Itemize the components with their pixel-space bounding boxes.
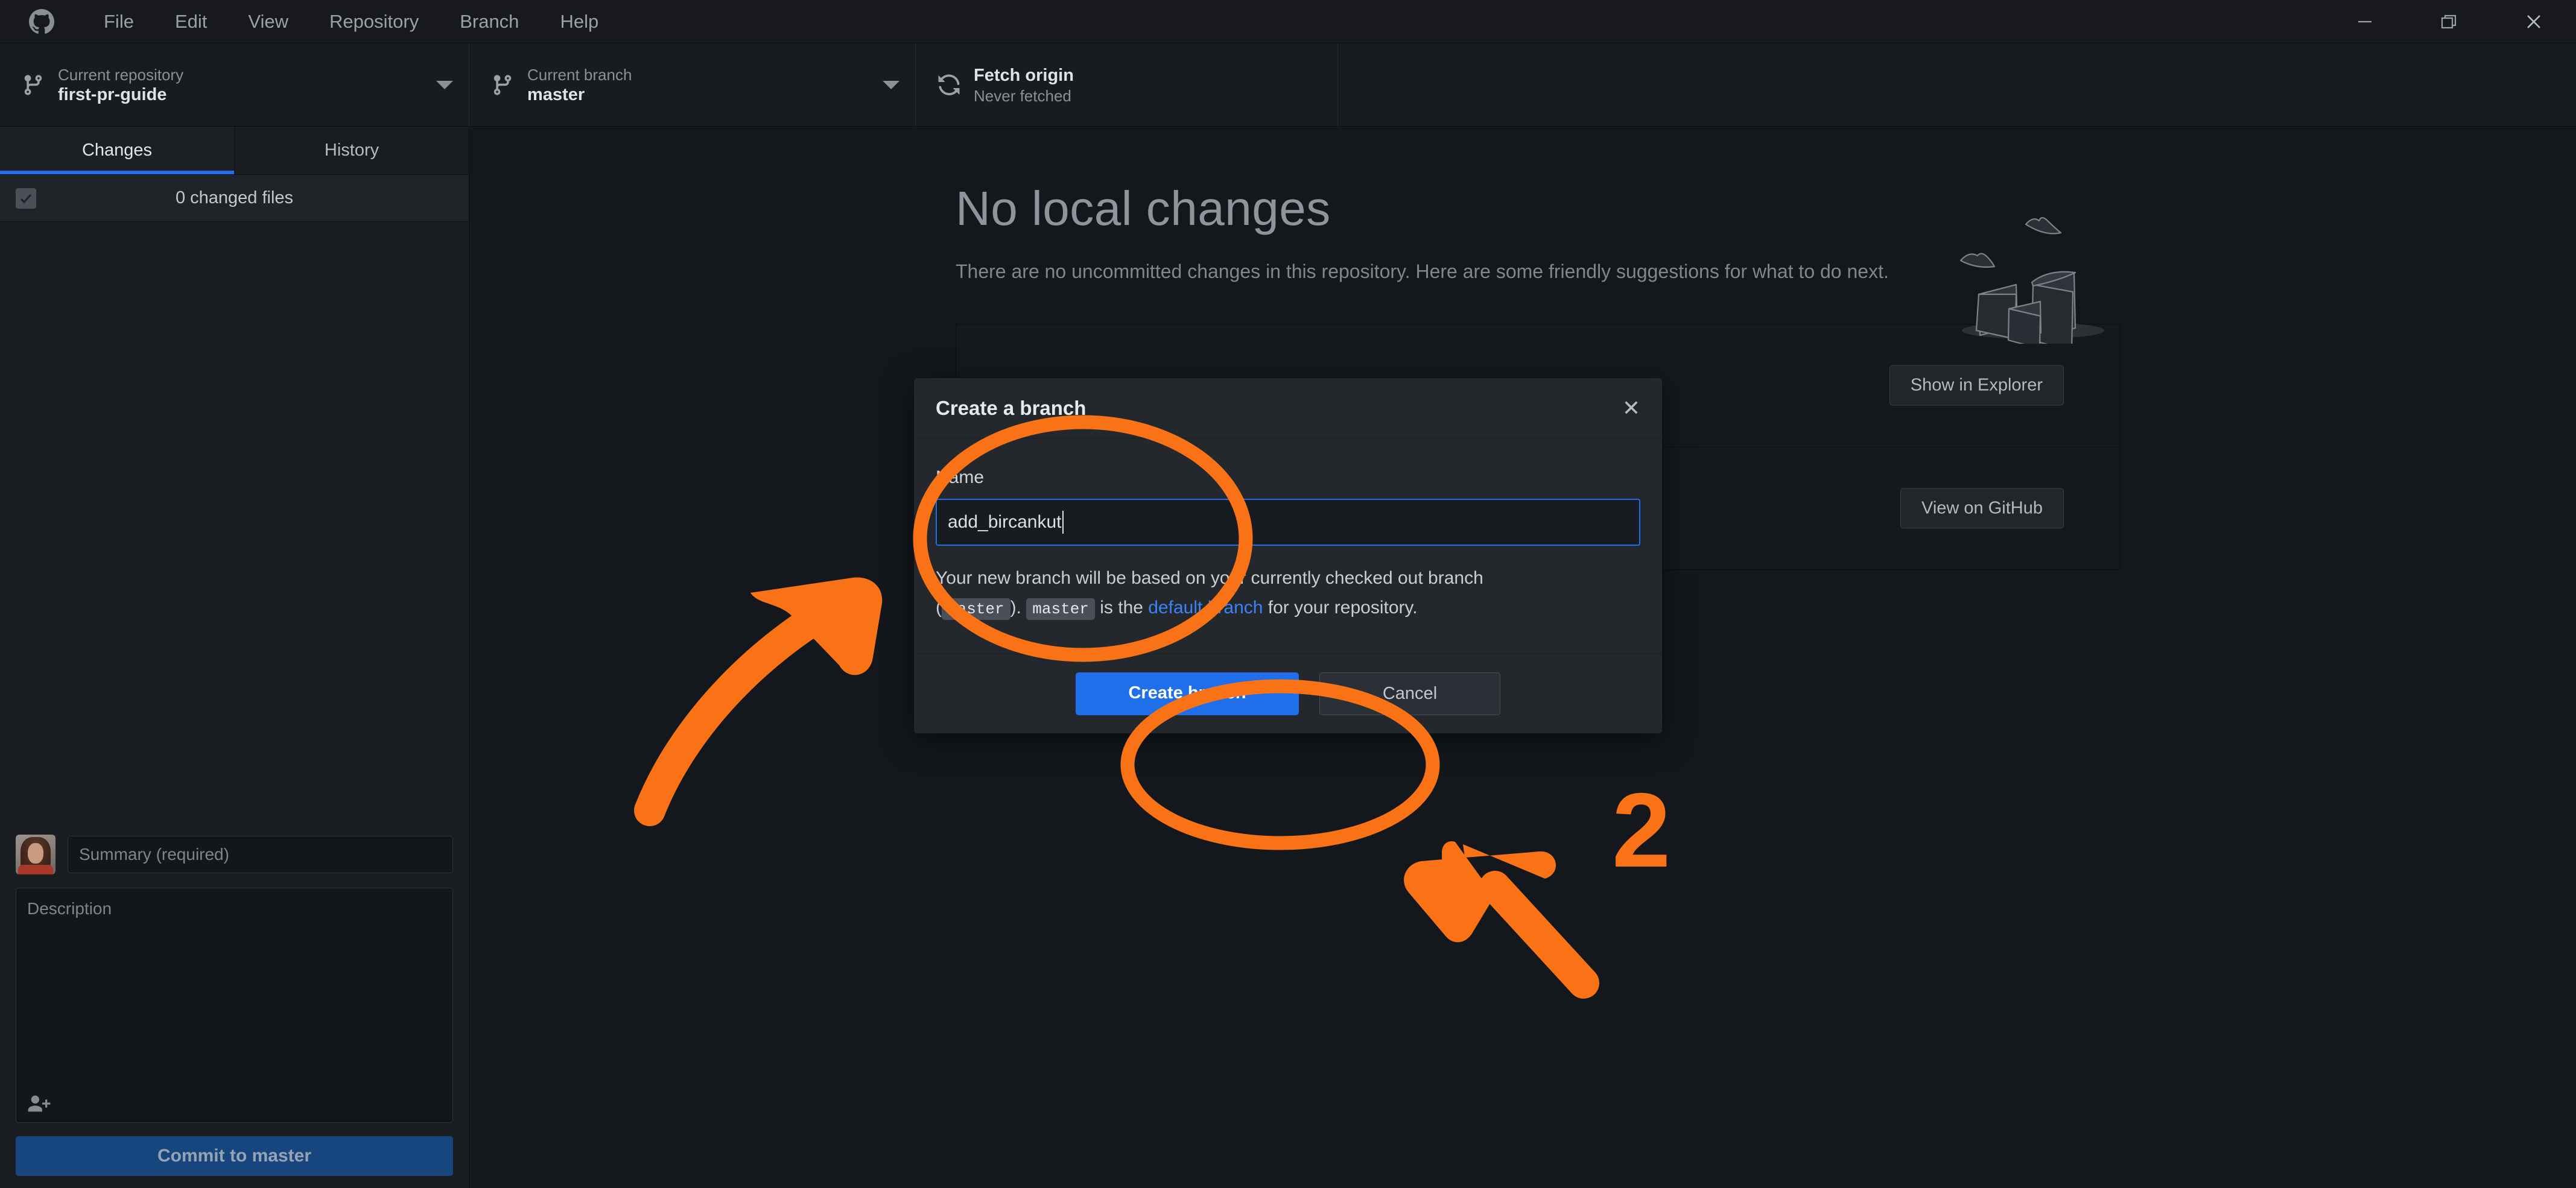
desc-text-4: for your repository.: [1263, 598, 1417, 618]
dialog-description: Your new branch will be based on your cu…: [936, 564, 1563, 622]
cancel-button[interactable]: Cancel: [1319, 672, 1500, 715]
text-caret: [1062, 511, 1064, 534]
create-branch-dialog: Create a branch ✕ Name add_bircankut You…: [914, 378, 1662, 733]
desc-text-3: is the: [1095, 598, 1148, 618]
desc-text-2: ).: [1010, 598, 1027, 618]
default-branch-link[interactable]: default branch: [1148, 598, 1263, 618]
branch-name-input[interactable]: add_bircankut: [936, 499, 1640, 546]
modal-overlay: Create a branch ✕ Name add_bircankut You…: [0, 0, 2576, 1188]
github-desktop-window: File Edit View Repository Branch Help: [0, 0, 2576, 1188]
create-branch-button[interactable]: Create branch: [1076, 672, 1299, 715]
dialog-body: Name add_bircankut Your new branch will …: [914, 438, 1662, 654]
dialog-header: Create a branch ✕: [914, 378, 1662, 438]
dialog-title: Create a branch: [936, 397, 1086, 420]
desc-chip-master-2: master: [1026, 598, 1095, 620]
desc-chip-master-1: master: [942, 598, 1010, 620]
dialog-footer: Create branch Cancel: [914, 654, 1662, 733]
branch-name-value: add_bircankut: [948, 512, 1061, 532]
branch-name-label: Name: [936, 467, 1640, 488]
close-icon[interactable]: ✕: [1622, 397, 1640, 419]
